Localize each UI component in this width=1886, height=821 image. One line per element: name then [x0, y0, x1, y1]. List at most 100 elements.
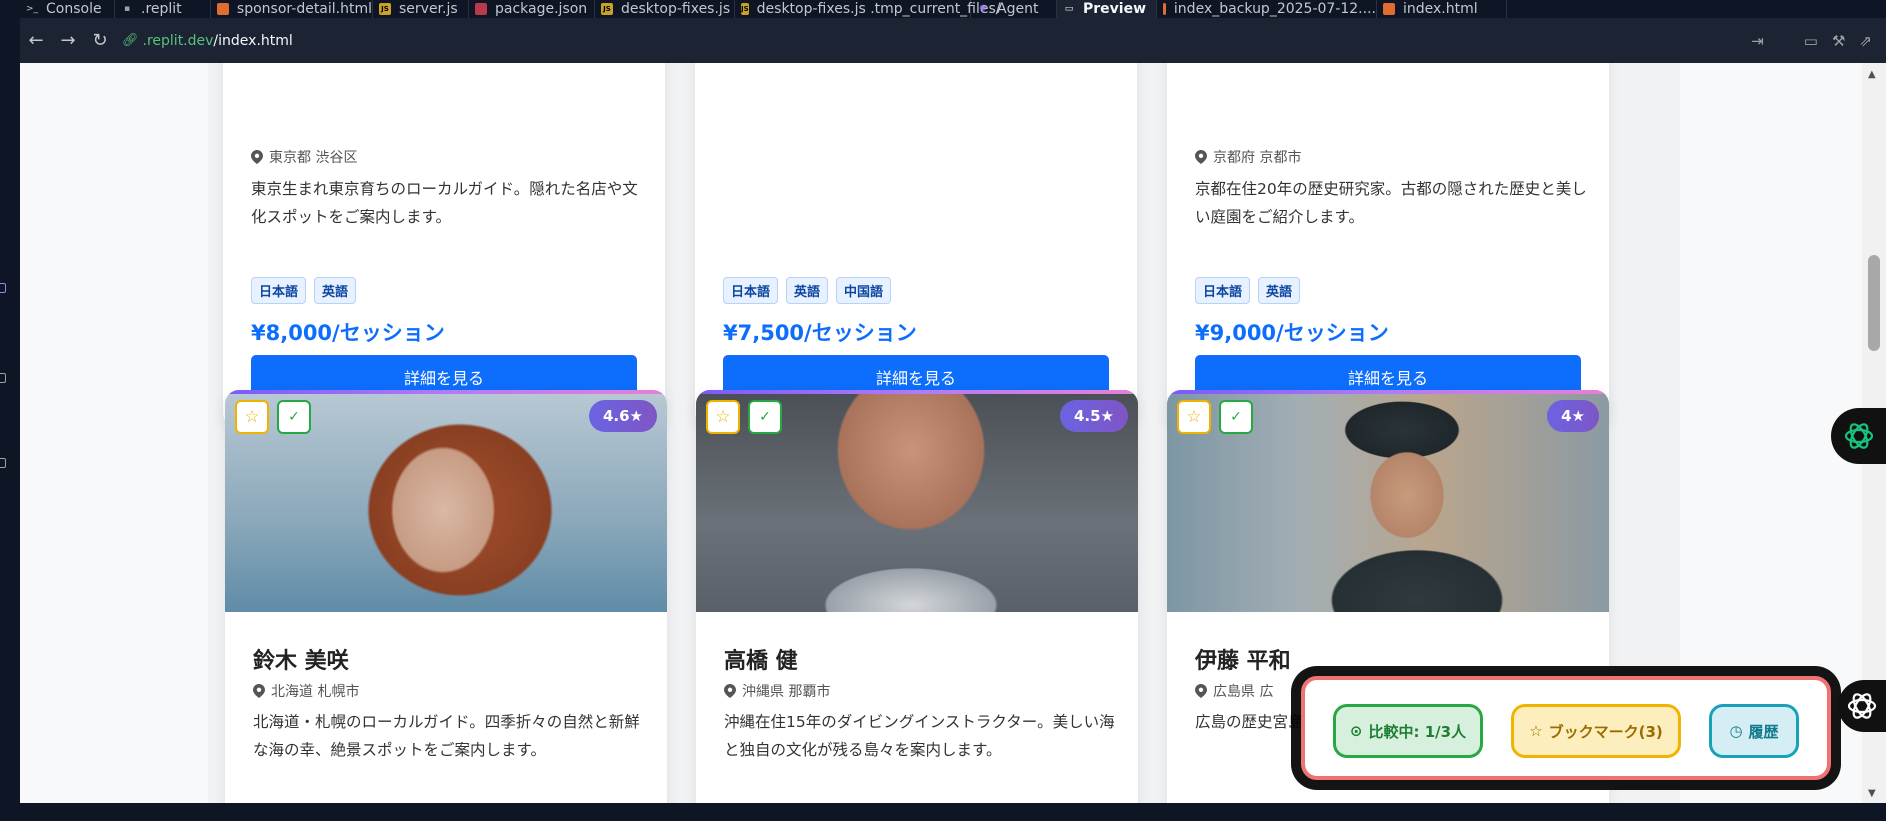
ai-assistant-icon — [1847, 693, 1877, 719]
terminal-icon: >_ — [25, 4, 39, 14]
card-description: 北海道・札幌のローカルガイド。四季折々の自然と新鮮な海の幸、絶景スポットをご案内… — [253, 713, 640, 759]
map-pin-icon — [253, 684, 265, 698]
js-file-icon: JS — [379, 3, 391, 15]
replit-icon: ▪ — [123, 4, 131, 14]
url-field[interactable]: 🔗︎ .replit.dev/index.html — [122, 33, 293, 49]
guide-photo[interactable]: ☆ ✓ 4★ — [1167, 390, 1609, 612]
tab-index-html[interactable]: index.html — [1377, 0, 1507, 18]
sidebar-marker-icon[interactable] — [0, 373, 6, 383]
forward-arrow-icon[interactable]: → — [52, 25, 84, 57]
guide-card: ☆ ✓ 4.6★ 鈴木 美咲 北海道 札幌市 北海道・札幌のローカルガイド。四季… — [225, 390, 667, 803]
tab-server-js[interactable]: JS server.js — [373, 0, 469, 18]
card-location: 北海道 札幌市 — [253, 681, 359, 701]
reload-icon[interactable]: ↻ — [84, 25, 116, 57]
rating-badge: 4.5★ — [1059, 400, 1128, 432]
address-bar-actions: ⇥ ▭ ⚒ ⇗ — [1751, 18, 1872, 63]
guide-name: 鈴木 美咲 — [253, 649, 349, 674]
back-arrow-icon[interactable]: ← — [20, 25, 52, 57]
tab-agent[interactable]: ✺ Agent — [971, 0, 1057, 18]
scroll-up-arrow-icon[interactable]: ▲ — [1868, 69, 1876, 80]
check-circle-icon: ⊙ — [1349, 722, 1363, 740]
card-price: ¥9,000/セッション — [1195, 321, 1389, 345]
card-accent-bar — [225, 390, 667, 394]
tab-desktop-fixes[interactable]: JS desktop-fixes.js — [595, 0, 735, 18]
compare-button[interactable]: ⊙ 比較中: 1/3人 — [1333, 704, 1483, 758]
card-accent-bar — [696, 390, 1138, 394]
language-tag: 日本語 — [251, 277, 307, 304]
rating-badge: 4.6★ — [588, 400, 657, 432]
html-file-icon — [217, 3, 229, 15]
clock-icon: ◷ — [1729, 722, 1743, 740]
tab-preview[interactable]: ▭ Preview — [1057, 0, 1157, 18]
check-circle-icon[interactable]: ✓ — [1219, 400, 1253, 434]
floating-action-bar: ⊙ 比較中: 1/3人 ☆ ブックマーク(3) ◷ 履歴 — [1301, 676, 1831, 780]
sidebar-marker-icon[interactable] — [0, 283, 6, 293]
scroll-down-arrow-icon[interactable]: ▼ — [1868, 788, 1876, 799]
devices-icon[interactable]: ▭ — [1804, 32, 1818, 50]
language-tag: 中国語 — [836, 277, 892, 304]
tab-desktop-fixes-tmp[interactable]: JS desktop-fixes.js .tmp_current_files/ — [735, 0, 1001, 18]
workspace-left-strip — [0, 18, 20, 821]
card-accent-bar — [1167, 390, 1609, 394]
map-pin-icon — [1195, 150, 1207, 164]
language-tag: 英語 — [1258, 277, 1301, 304]
card-location: 広島県 広 — [1195, 681, 1273, 701]
js-file-icon: JS — [601, 3, 613, 15]
card-description: 東京生まれ東京育ちのローカルガイド。隠れた名店や文化スポットをご案内します。 — [251, 180, 638, 226]
language-tag: 英語 — [786, 277, 829, 304]
agent-icon: ✺ — [979, 4, 987, 14]
html-file-icon — [1163, 3, 1166, 15]
card-location: 京都府 京都市 — [1195, 147, 1301, 167]
map-pin-icon — [724, 684, 736, 698]
star-icon[interactable]: ☆ — [706, 400, 740, 434]
star-icon[interactable]: ☆ — [235, 400, 269, 434]
map-pin-icon — [251, 150, 263, 164]
preview-address-bar: ← → ↻ 🔗︎ .replit.dev/index.html ⇥ ▭ ⚒ ⇗ — [20, 18, 1886, 63]
json-file-icon — [475, 3, 487, 15]
history-button[interactable]: ◷ 履歴 — [1709, 704, 1799, 758]
wrench-icon[interactable]: ⚒ — [1832, 32, 1845, 50]
language-tags: 日本語 英語 — [251, 277, 357, 304]
html-file-icon — [1383, 3, 1395, 15]
card-location: 沖縄県 那覇市 — [724, 681, 830, 701]
ai-assistant-secondary-button[interactable] — [1838, 680, 1886, 732]
guide-photo[interactable]: ☆ ✓ 4.6★ — [225, 390, 667, 612]
card-location: 東京都 渋谷区 — [251, 147, 357, 167]
tab-index-backup[interactable]: index_backup_2025-07-12.... — [1157, 0, 1377, 18]
sidebar-marker-icon[interactable] — [0, 458, 6, 468]
check-circle-icon[interactable]: ✓ — [748, 400, 782, 434]
star-icon: ☆ — [1529, 722, 1543, 740]
external-link-icon[interactable]: ⇗ — [1859, 32, 1872, 50]
bookmark-button[interactable]: ☆ ブックマーク(3) — [1511, 704, 1681, 758]
card-price: ¥8,000/セッション — [251, 321, 445, 345]
guide-name: 伊藤 平和 — [1195, 649, 1291, 674]
rating-badge: 4★ — [1547, 400, 1599, 432]
preview-icon: ▭ — [1064, 4, 1074, 14]
link-icon: 🔗︎ — [122, 33, 139, 48]
card-description: 京都在住20年の歴史研究家。古都の隠された歴史と美しい庭園をご紹介します。 — [1195, 180, 1587, 226]
js-file-icon: JS — [741, 3, 749, 15]
guide-photo[interactable]: ☆ ✓ 4.5★ — [696, 390, 1138, 612]
check-circle-icon[interactable]: ✓ — [277, 400, 311, 434]
language-tags: 日本語 英語 — [1195, 277, 1301, 304]
guide-card: 日本語 英語 中国語 ¥7,500/セッション 詳細を見る — [695, 63, 1137, 427]
guide-card: ☆ ✓ 4.5★ 高橋 健 沖縄県 那覇市 沖縄在住15年のダイビングインストラ… — [696, 390, 1138, 803]
language-tag: 日本語 — [1195, 277, 1251, 304]
map-pin-icon — [1195, 684, 1207, 698]
card-description: 沖縄在住15年のダイビングインストラクター。美しい海と独自の文化が残る島々を案内… — [724, 713, 1115, 759]
guide-name: 高橋 健 — [724, 649, 798, 674]
ai-assistant-button[interactable] — [1831, 408, 1886, 464]
language-tag: 日本語 — [723, 277, 779, 304]
card-price: ¥7,500/セッション — [723, 321, 917, 345]
tab-package-json[interactable]: package.json — [469, 0, 595, 18]
arrow-right-icon[interactable]: ⇥ — [1751, 32, 1764, 50]
editor-tab-bar: >_ Console ▪ .replit sponsor-detail.html J… — [0, 0, 1886, 18]
language-tags: 日本語 英語 中国語 — [723, 277, 892, 304]
tab-console[interactable]: >_ Console — [20, 0, 115, 18]
guide-card: 東京都 渋谷区 東京生まれ東京育ちのローカルガイド。隠れた名店や文化スポットをご… — [223, 63, 665, 427]
tab-replit[interactable]: ▪ .replit — [115, 0, 211, 18]
guide-card: 京都府 京都市 京都在住20年の歴史研究家。古都の隠された歴史と美しい庭園をご紹… — [1167, 63, 1609, 427]
scrollbar-thumb[interactable] — [1868, 255, 1880, 351]
star-icon[interactable]: ☆ — [1177, 400, 1211, 434]
tab-sponsor-detail[interactable]: sponsor-detail.html — [211, 0, 373, 18]
